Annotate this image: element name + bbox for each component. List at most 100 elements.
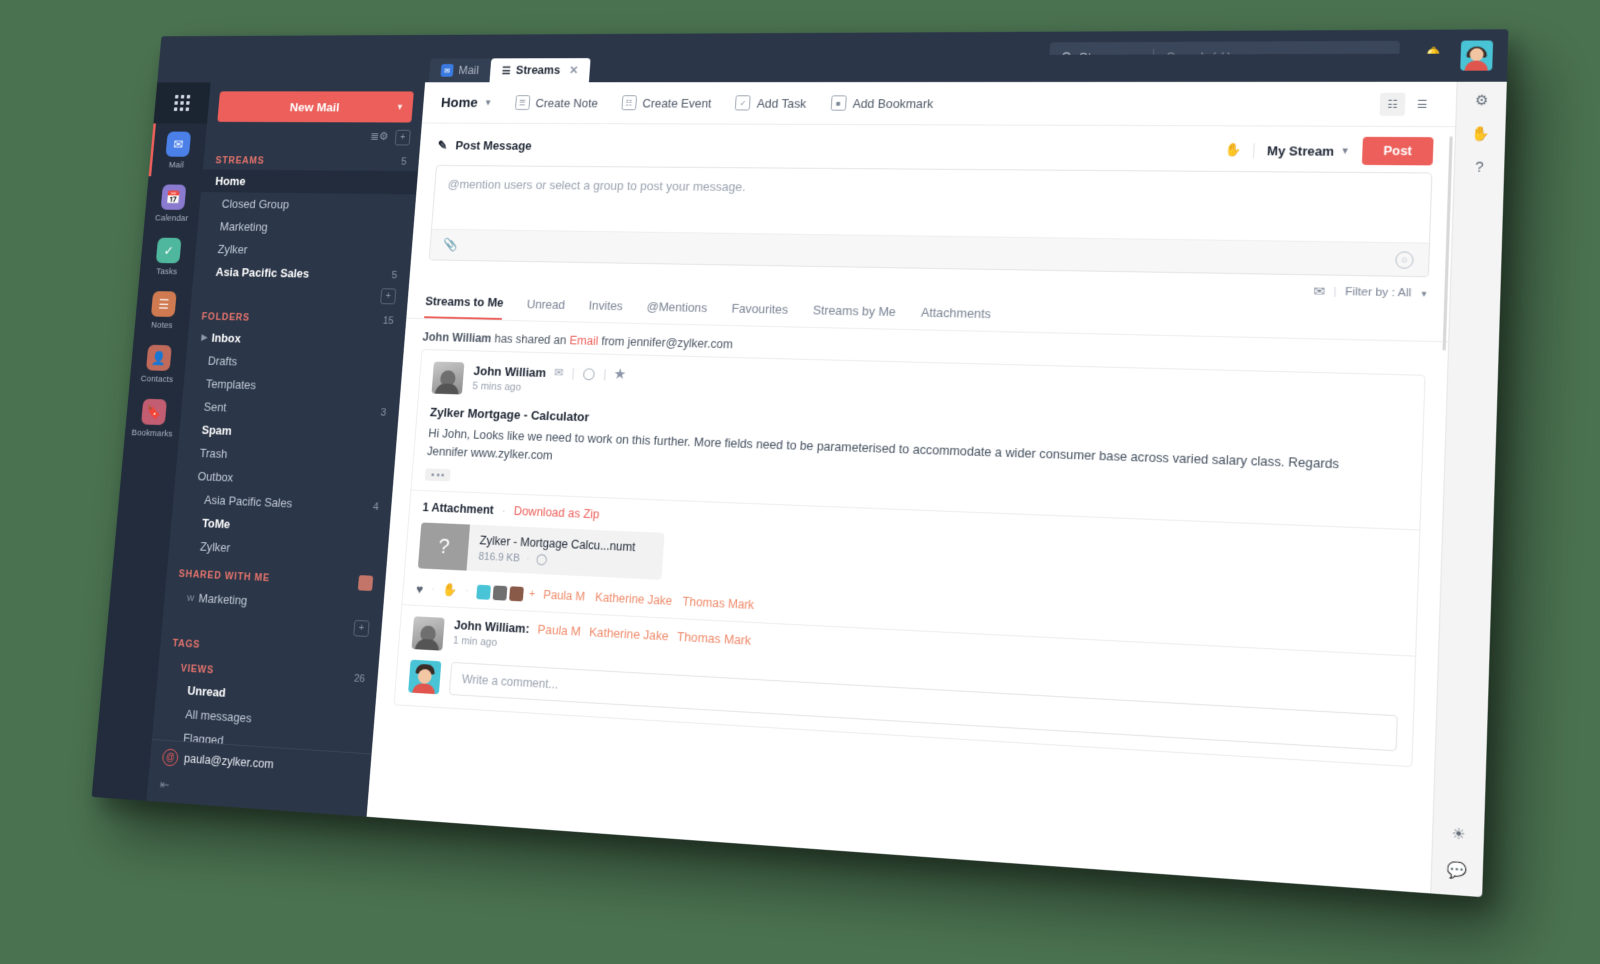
avatar: [431, 361, 465, 395]
paperclip-icon[interactable]: 📎: [443, 237, 458, 252]
account-email: paula@zylker.com: [183, 751, 275, 772]
chevron-right-icon[interactable]: ▶: [201, 332, 208, 342]
feed[interactable]: John William has shared an Email from je…: [367, 319, 1449, 894]
rail-item-notes[interactable]: ☰ Notes: [134, 283, 193, 338]
tab-label-streams: Streams: [515, 63, 561, 77]
comment-mention[interactable]: Katherine Jake: [589, 626, 669, 644]
star-icon[interactable]: ★: [614, 366, 626, 382]
sidebar-count-sent: 3: [380, 406, 387, 419]
card-view-icon[interactable]: ☷: [1379, 92, 1406, 116]
stream-selector-label: My Stream: [1266, 142, 1335, 159]
sidebar-label-asia-pacific-sales-stream: Asia Pacific Sales: [215, 264, 310, 281]
paperclip-icon[interactable]: ✋: [1471, 125, 1490, 142]
sort-settings-icon[interactable]: ≣⚙: [370, 130, 389, 146]
chevron-down-icon[interactable]: ▼: [484, 98, 493, 107]
tab-streams-by-me[interactable]: Streams by Me: [812, 297, 897, 328]
sidebar-label-tome: ToMe: [201, 515, 231, 532]
tab-mentions[interactable]: @Mentions: [646, 294, 708, 324]
share-author: John William: [422, 330, 492, 346]
composer-tab-post-message[interactable]: ✎ Post Message: [437, 138, 532, 153]
sidebar-count-asia-pacific-sales-folder: 4: [372, 500, 380, 513]
section-header-streams: STREAMS 5: [203, 146, 420, 171]
tab-favourites[interactable]: Favourites: [731, 295, 789, 325]
more-dots-icon[interactable]: [424, 468, 451, 482]
tag-icon[interactable]: ◯: [582, 367, 595, 381]
avatar: [411, 616, 445, 651]
reaction-name[interactable]: Paula M: [543, 588, 586, 604]
tab-unread[interactable]: Unread: [526, 291, 566, 320]
add-folder-icon[interactable]: +: [394, 129, 411, 146]
composer-box: @mention users or select a group to post…: [428, 164, 1433, 278]
reaction-name[interactable]: Thomas Mark: [682, 595, 754, 612]
note-icon: ☰: [514, 95, 531, 110]
shared-owner-initial: W: [186, 592, 195, 603]
calendar-event-icon: ☷: [621, 95, 637, 111]
tag-icon[interactable]: ◯: [536, 553, 548, 566]
list-view-icon[interactable]: ☰: [1409, 92, 1435, 115]
add-stream-icon[interactable]: +: [380, 288, 397, 305]
rail-item-tasks[interactable]: ✓ Tasks: [139, 229, 198, 283]
action-add-task[interactable]: ✓ Add Task: [735, 95, 807, 111]
post-button[interactable]: Post: [1361, 136, 1434, 166]
user-avatar[interactable]: [1460, 40, 1494, 71]
rail-item-bookmarks[interactable]: 🔖 Bookmarks: [124, 390, 183, 446]
envelope-icon[interactable]: ✉: [554, 366, 564, 380]
sidebar-tools: ≣⚙ +: [205, 122, 422, 148]
comment-mention[interactable]: Thomas Mark: [677, 630, 752, 648]
sidebar-label-zylker-stream: Zylker: [217, 242, 249, 257]
close-icon[interactable]: ✕: [569, 64, 579, 77]
app-grid-icon[interactable]: [153, 82, 211, 124]
main-column: ✉ Mail ☰ Streams ✕ Home ▼ ☰ Create Note …: [366, 53, 1507, 898]
more-reactions-icon[interactable]: +: [529, 588, 536, 600]
tab-attachments[interactable]: Attachments: [920, 299, 992, 330]
sidebar-label-drafts: Drafts: [207, 353, 238, 369]
heart-icon[interactable]: ♥: [416, 581, 424, 596]
action-create-event[interactable]: ☷ Create Event: [621, 95, 712, 111]
avatar: [492, 585, 508, 601]
sidebar-item-home[interactable]: Home: [200, 169, 419, 195]
like-hand-icon[interactable]: ✋: [1224, 142, 1241, 158]
comment-mention[interactable]: Paula M: [537, 623, 581, 639]
smiley-icon[interactable]: ☺: [1395, 250, 1414, 269]
rail-item-contacts[interactable]: 👤 Contacts: [129, 336, 188, 391]
rail-item-mail[interactable]: ✉ Mail: [149, 123, 207, 176]
sidebar-label-asia-pacific-sales-folder: Asia Pacific Sales: [203, 492, 293, 511]
sidebar-label-templates: Templates: [205, 376, 257, 392]
share-type-link[interactable]: Email: [569, 334, 599, 348]
help-icon[interactable]: ?: [1475, 159, 1484, 175]
add-shared-icon[interactable]: +: [353, 619, 370, 637]
sidebar-item-marketing[interactable]: Marketing: [197, 215, 415, 241]
filter-envelope-icon[interactable]: ✉: [1313, 283, 1325, 299]
download-zip-link[interactable]: Download as Zip: [513, 504, 600, 521]
tab-invites[interactable]: Invites: [588, 292, 624, 321]
avatar-face: [1469, 47, 1484, 61]
section-title-views: VIEWS: [180, 662, 215, 677]
filter-label[interactable]: Filter by : All: [1345, 286, 1412, 299]
gear-icon[interactable]: ⚙: [1475, 92, 1489, 109]
chat-icon[interactable]: 💬: [1447, 860, 1468, 881]
new-mail-label: New Mail: [289, 99, 341, 114]
page-title[interactable]: Home ▼: [440, 95, 492, 111]
screen: Streams ▼ Search ( / ) 🔔: [0, 0, 1600, 964]
sidebar-label-home: Home: [214, 174, 247, 188]
rail-item-calendar[interactable]: 📅 Calendar: [144, 176, 203, 230]
reaction-avatars[interactable]: +: [476, 584, 536, 602]
rail-label-notes: Notes: [150, 320, 173, 331]
brightness-icon[interactable]: ☀: [1451, 825, 1465, 844]
chevron-down-icon: ▼: [1419, 288, 1429, 299]
action-create-note[interactable]: ☰ Create Note: [514, 95, 599, 110]
stream-selector[interactable]: My Stream ▼: [1253, 142, 1351, 159]
like-hand-icon[interactable]: ✋: [442, 582, 458, 598]
chevron-down-icon[interactable]: ▼: [396, 102, 405, 111]
new-mail-button[interactable]: New Mail ▼: [217, 91, 414, 123]
reaction-name[interactable]: Katherine Jake: [595, 591, 673, 609]
tab-streams[interactable]: ☰ Streams ✕: [489, 58, 591, 83]
tab-streams-to-me[interactable]: Streams to Me: [424, 288, 505, 320]
composer: ✎ Post Message ✋ My Stream ▼ Post @menti…: [411, 123, 1455, 278]
mail-tab-icon: ✉: [440, 63, 454, 77]
post-author-row: John William ✉ | ◯ | ★: [473, 363, 626, 382]
action-add-bookmark[interactable]: ■ Add Bookmark: [830, 95, 934, 111]
tab-mail[interactable]: ✉ Mail: [428, 58, 492, 83]
mail-icon: ✉: [165, 131, 192, 157]
sidebar-item-closed-group[interactable]: Closed Group: [199, 192, 416, 217]
